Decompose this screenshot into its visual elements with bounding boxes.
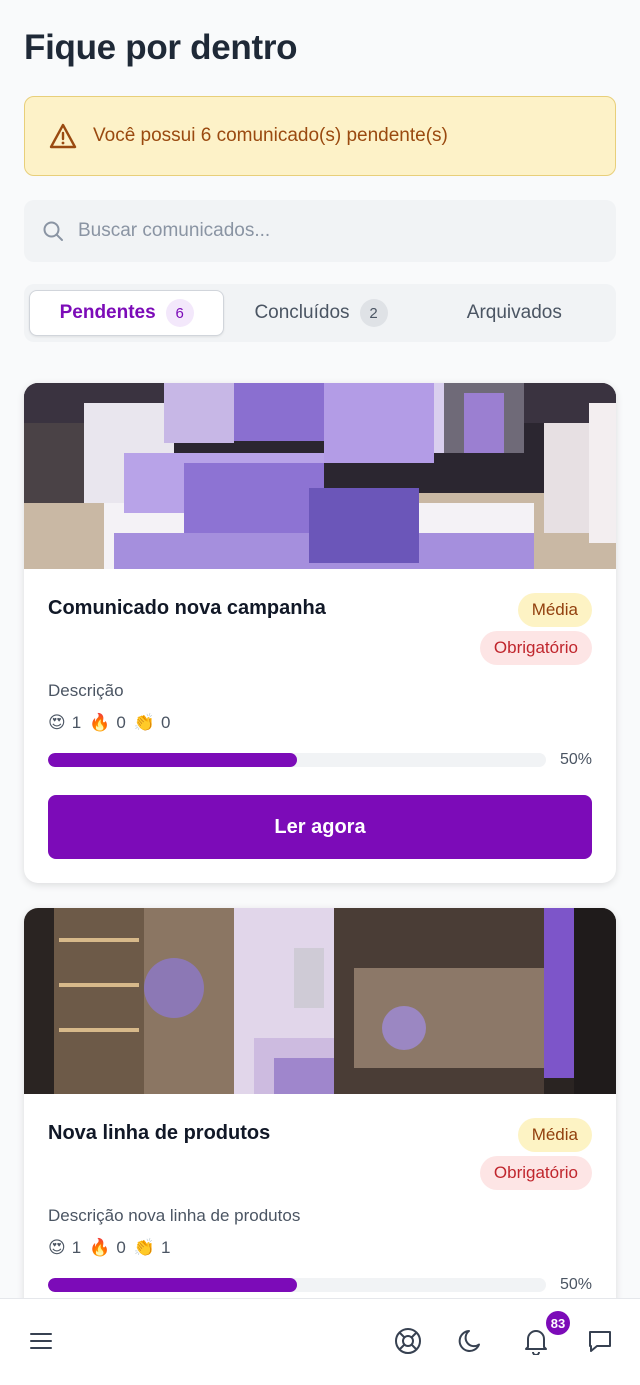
- priority-badge: Média: [517, 593, 592, 627]
- reaction-fire[interactable]: 🔥 0: [89, 1238, 126, 1258]
- reaction-clap[interactable]: 👏 1: [134, 1238, 171, 1258]
- priority-badge: Média: [517, 1118, 592, 1152]
- reaction-count: 1: [71, 1238, 82, 1257]
- reactions: 😍 1 🔥 0 👏 1: [48, 1238, 178, 1258]
- bottom-nav: 83: [0, 1298, 640, 1385]
- card-title: Nova linha de produtos: [48, 1122, 271, 1144]
- tab-count-badge: 6: [165, 299, 194, 327]
- fire-emoji-icon: 🔥: [89, 1238, 111, 1258]
- announcement-card[interactable]: Nova linha de produtos Média Obrigatório…: [24, 908, 616, 1328]
- card-title: Comunicado nova campanha: [48, 597, 326, 619]
- progress-bar: [48, 1278, 546, 1292]
- reactions: 😍 1 🔥 0 👏 0: [48, 713, 178, 733]
- reaction-count: 1: [161, 1238, 171, 1257]
- progress-fill: [48, 753, 297, 767]
- progress-label: 50%: [559, 1276, 592, 1293]
- card-image: [24, 908, 616, 1094]
- reaction-count: 0: [116, 713, 126, 732]
- search-input[interactable]: [78, 220, 558, 242]
- reaction-love[interactable]: 😍 1: [48, 1238, 81, 1258]
- tab-concluidos[interactable]: Concluídos 2: [224, 290, 417, 336]
- reaction-count: 0: [161, 713, 171, 732]
- tab-pendentes[interactable]: Pendentes 6: [29, 290, 225, 336]
- progress-fill: [48, 1278, 297, 1292]
- moon-icon[interactable]: [456, 1325, 488, 1357]
- reaction-clap[interactable]: 👏 0: [134, 713, 171, 733]
- tab-bar: Pendentes 6 Concluídos 2 Arquivados: [24, 284, 616, 342]
- required-badge: Obrigatório: [479, 1156, 592, 1190]
- tab-arquivados[interactable]: Arquivados: [418, 290, 611, 336]
- reaction-fire[interactable]: 🔥 0: [89, 713, 126, 733]
- lifebuoy-icon[interactable]: [392, 1325, 424, 1357]
- menu-icon[interactable]: [25, 1325, 57, 1357]
- fire-emoji-icon: 🔥: [89, 713, 111, 733]
- pending-alert: Você possui 6 comunicado(s) pendente(s): [24, 96, 616, 176]
- required-badge: Obrigatório: [479, 631, 592, 665]
- alert-text: Você possui 6 comunicado(s) pendente(s): [93, 125, 448, 146]
- page-title: Fique por dentro: [24, 28, 298, 67]
- announcement-card[interactable]: Comunicado nova campanha Média Obrigatór…: [24, 383, 616, 883]
- warning-triangle-icon: [49, 121, 79, 151]
- reaction-count: 0: [116, 1238, 126, 1257]
- card-image: [24, 383, 616, 569]
- progress-label: 50%: [559, 751, 592, 768]
- heart-eyes-emoji-icon: 😍: [48, 713, 66, 733]
- notification-count-badge: 83: [546, 1311, 570, 1335]
- tab-label: Arquivados: [466, 302, 562, 323]
- clap-emoji-icon: 👏: [133, 713, 156, 733]
- heart-eyes-emoji-icon: 😍: [48, 1238, 66, 1258]
- clap-emoji-icon: 👏: [133, 1238, 156, 1258]
- read-now-button[interactable]: Ler agora: [48, 795, 592, 859]
- tab-label: Pendentes: [59, 302, 156, 323]
- search-icon: [42, 220, 64, 242]
- card-description: Descrição nova linha de produtos: [48, 1206, 301, 1225]
- progress-bar: [48, 753, 546, 767]
- tab-count-badge: 2: [359, 299, 388, 327]
- search-bar[interactable]: [24, 200, 616, 262]
- reaction-love[interactable]: 😍 1: [48, 713, 81, 733]
- tab-label: Concluídos: [254, 302, 350, 323]
- reaction-count: 1: [71, 713, 82, 732]
- card-description: Descrição: [48, 681, 124, 700]
- chat-icon[interactable]: [584, 1325, 616, 1357]
